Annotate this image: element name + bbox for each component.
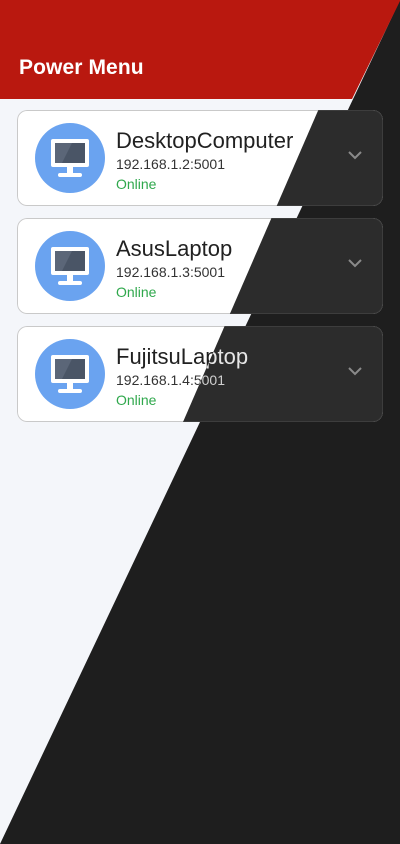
- chevron-down-icon[interactable]: [347, 366, 363, 376]
- device-card[interactable]: FujitsuLaptop 192.168.1.4:5001 Online Fu…: [17, 326, 383, 422]
- device-list: DesktopComputer 192.168.1.2:5001 Online …: [17, 110, 383, 434]
- device-address: 192.168.1.2:5001: [116, 156, 225, 172]
- chevron-down-icon[interactable]: [347, 150, 363, 160]
- device-address: 192.168.1.3:5001: [116, 264, 225, 280]
- device-card[interactable]: DesktopComputer 192.168.1.2:5001 Online …: [17, 110, 383, 206]
- device-name: DesktopComputer: [116, 128, 294, 153]
- device-name: AsusLaptop: [116, 236, 233, 261]
- device-card[interactable]: AsusLaptop 192.168.1.3:5001 Online AsusL…: [17, 218, 383, 314]
- device-status: Online: [116, 284, 157, 300]
- device-status: Online: [116, 176, 157, 192]
- page-title: Power Menu: [19, 56, 144, 79]
- chevron-down-icon[interactable]: [347, 258, 363, 268]
- app-bar: Power Menu: [0, 0, 400, 99]
